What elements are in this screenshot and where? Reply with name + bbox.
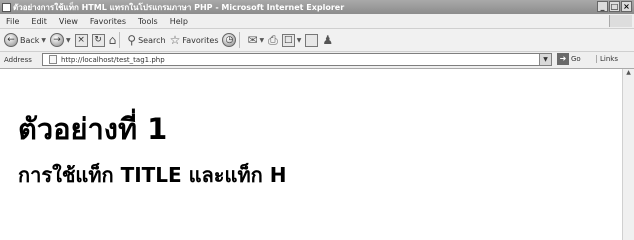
edit-button[interactable]: □ ▼ [281,33,302,47]
page-icon [49,55,57,64]
search-label: Search [138,35,166,45]
go-button[interactable]: ➜ Go [557,53,581,65]
ie-page-icon [2,2,11,12]
menu-edit[interactable]: Edit [25,17,53,26]
star-icon: ☆ [169,33,181,47]
menu-file[interactable]: File [0,17,25,26]
standard-toolbar: ← Back ▼ → ▼ × ↻ ⌂ ⚲ Search ☆ Favorites … [0,29,634,52]
chevron-down-icon: ▼ [66,36,71,44]
edit-icon: □ [281,33,295,47]
address-dropdown-icon[interactable]: ▼ [539,54,551,65]
window-title: ตัวอย่างการใช้แท็ก HTML แทรกในโปรแกรมภาษ… [13,2,345,12]
menu-view[interactable]: View [53,17,84,26]
go-arrow-icon: ➜ [557,53,569,65]
chevron-down-icon: ▼ [259,36,265,44]
scroll-up-icon[interactable]: ▲ [623,69,634,76]
home-icon: ⌂ [108,33,117,47]
maximize-button[interactable]: □ [609,1,620,12]
go-label: Go [571,55,581,63]
menu-favorites[interactable]: Favorites [84,17,132,26]
messenger-button[interactable]: ♟ [322,33,333,47]
chevron-down-icon: ▼ [296,36,302,44]
home-button[interactable]: ⌂ [109,33,117,47]
forward-button[interactable]: → ▼ [50,33,71,47]
search-icon: ⚲ [127,33,137,47]
back-button[interactable]: ← Back ▼ [4,33,46,47]
stop-button[interactable]: × [74,33,88,47]
toolbar-separator [239,32,241,48]
window-controls: _ □ × [597,1,632,12]
close-button[interactable]: × [621,1,632,12]
refresh-button[interactable]: ↻ [91,33,105,47]
back-arrow-icon: ← [4,33,18,47]
page-heading-1: ตัวอย่างที่ 1 [18,112,168,146]
back-label: Back [20,35,40,45]
page-heading-2: การใช้แท็ก TITLE และแท็ก H [18,163,287,187]
stop-icon: × [74,33,88,47]
links-button[interactable]: Links [596,55,618,63]
address-bar: Address http://localhost/test_tag1.php ▼… [0,52,634,69]
address-input[interactable]: http://localhost/test_tag1.php ▼ [42,53,552,66]
address-label: Address [4,56,32,64]
address-url: http://localhost/test_tag1.php [61,55,165,64]
menu-tools[interactable]: Tools [132,17,164,26]
window-title-bar[interactable]: ตัวอย่างการใช้แท็ก HTML แทรกในโปรแกรมภาษ… [0,0,634,14]
messenger-icon: ♟ [322,33,334,47]
windows-logo-icon [609,15,632,27]
menu-bar: File Edit View Favorites Tools Help [0,14,634,29]
printer-icon: ⎙ [268,33,278,47]
history-button[interactable]: ◷ [222,33,237,47]
minimize-button[interactable]: _ [597,1,608,12]
mail-icon: ✉ [247,33,258,47]
vertical-scrollbar[interactable]: ▲ [622,69,634,240]
menu-help[interactable]: Help [164,17,194,26]
mail-button[interactable]: ✉ ▼ [247,33,264,47]
favorites-button[interactable]: ☆ Favorites [170,33,219,47]
toolbar-separator [119,32,121,48]
search-button[interactable]: ⚲ Search [127,33,165,47]
discuss-button[interactable] [305,33,319,47]
favorites-label: Favorites [182,35,219,45]
refresh-icon: ↻ [91,33,105,47]
chevron-down-icon: ▼ [41,36,47,44]
discuss-icon [305,33,319,47]
history-icon: ◷ [222,33,237,47]
print-button[interactable]: ⎙ [268,33,278,47]
forward-arrow-icon: → [50,33,65,47]
page-content: ตัวอย่างที่ 1 การใช้แท็ก TITLE และแท็ก H [0,69,622,240]
